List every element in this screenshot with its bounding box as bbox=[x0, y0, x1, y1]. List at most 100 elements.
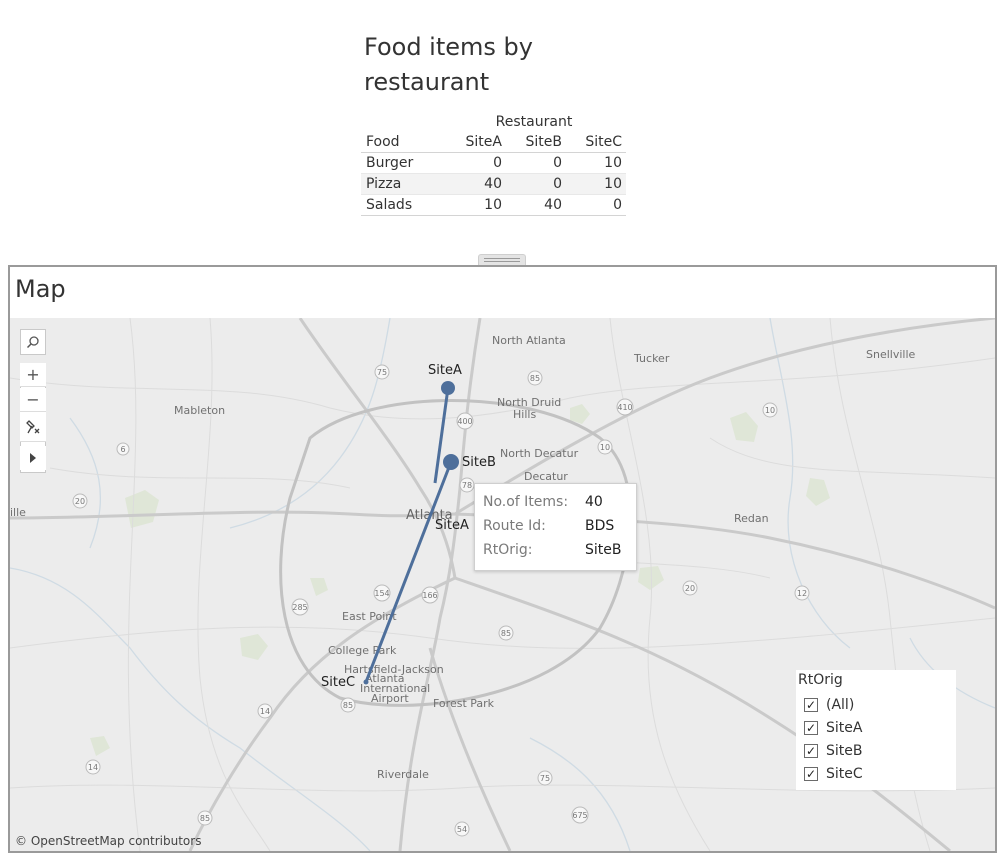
plus-icon: + bbox=[26, 365, 40, 384]
filter-option-label: SiteA bbox=[826, 720, 863, 736]
place-label: Riverdale bbox=[377, 768, 429, 781]
reset-map-button[interactable] bbox=[20, 412, 46, 442]
food-crosstab: Restaurant Food SiteA SiteB SiteC Burger… bbox=[361, 112, 626, 216]
column-header-sitea[interactable]: SiteA bbox=[442, 132, 506, 153]
svg-text:400: 400 bbox=[457, 417, 472, 426]
map-canvas[interactable]: 75 85 400 410 10 6 20 285 78 154 166 20 … bbox=[10, 318, 995, 851]
svg-text:675: 675 bbox=[572, 811, 587, 820]
table-cell[interactable]: 0 bbox=[506, 173, 566, 195]
minus-icon: − bbox=[26, 390, 40, 409]
tooltip-row-route: Route Id: BDS bbox=[483, 518, 614, 534]
filter-option-sitea[interactable]: ✓ SiteA bbox=[804, 718, 862, 738]
table-cell[interactable]: 40 bbox=[506, 195, 566, 216]
tooltip-key: No.of Items: bbox=[483, 494, 569, 510]
svg-text:78: 78 bbox=[462, 481, 472, 490]
site-label-sitec: SiteC bbox=[321, 675, 355, 690]
place-label: Hills bbox=[513, 408, 536, 421]
svg-text:285: 285 bbox=[292, 603, 307, 612]
site-marker-siteb[interactable] bbox=[443, 454, 459, 470]
expand-toolbar-button[interactable] bbox=[20, 446, 46, 470]
svg-text:14: 14 bbox=[88, 763, 98, 772]
place-label: College Park bbox=[328, 644, 397, 657]
checkbox-checked-icon[interactable]: ✓ bbox=[804, 698, 818, 712]
table-cell[interactable]: 10 bbox=[566, 153, 626, 174]
svg-text:85: 85 bbox=[530, 374, 540, 383]
row-label[interactable]: Burger bbox=[361, 153, 442, 174]
table-sheet-title: Food items by restaurant bbox=[364, 33, 533, 96]
table-cell[interactable]: 0 bbox=[506, 153, 566, 174]
table-cell[interactable]: 40 bbox=[442, 173, 506, 195]
place-label: ille bbox=[10, 506, 26, 519]
filter-option-siteb[interactable]: ✓ SiteB bbox=[804, 741, 862, 761]
svg-text:85: 85 bbox=[501, 629, 511, 638]
column-group-header: Restaurant bbox=[495, 114, 573, 130]
svg-text:75: 75 bbox=[377, 368, 387, 377]
svg-text:10: 10 bbox=[765, 406, 775, 415]
column-header-siteb[interactable]: SiteB bbox=[506, 132, 566, 153]
svg-text:20: 20 bbox=[75, 497, 85, 506]
place-label: Airport bbox=[371, 692, 409, 705]
site-marker-sitec[interactable] bbox=[363, 679, 369, 685]
row-label[interactable]: Pizza bbox=[361, 173, 442, 195]
place-label: Mableton bbox=[174, 404, 225, 417]
search-icon bbox=[26, 336, 39, 349]
tooltip-value: BDS bbox=[585, 518, 615, 534]
filter-option-all[interactable]: ✓ (All) bbox=[804, 695, 854, 715]
zoom-in-button[interactable]: + bbox=[20, 363, 46, 387]
unpin-map-icon bbox=[26, 419, 40, 433]
svg-text:166: 166 bbox=[422, 591, 437, 600]
site-label-sitea-mid: SiteA bbox=[435, 518, 469, 533]
map-sheet: Map 75 85 400 410 10 6 20 285 78 154 166… bbox=[8, 265, 997, 853]
place-label: Forest Park bbox=[433, 697, 495, 710]
svg-text:154: 154 bbox=[374, 589, 389, 598]
tooltip-value: 40 bbox=[585, 494, 603, 510]
checkbox-checked-icon[interactable]: ✓ bbox=[804, 767, 818, 781]
map-sheet-title: Map bbox=[15, 275, 66, 303]
tooltip-value: SiteB bbox=[585, 542, 622, 558]
row-label[interactable]: Salads bbox=[361, 195, 442, 216]
filter-option-sitec[interactable]: ✓ SiteC bbox=[804, 764, 863, 784]
table-row: Burger 0 0 10 bbox=[361, 153, 626, 174]
checkbox-checked-icon[interactable]: ✓ bbox=[804, 744, 818, 758]
place-label: Decatur bbox=[524, 470, 568, 483]
tooltip-row-items: No.of Items: 40 bbox=[483, 494, 603, 510]
checkbox-checked-icon[interactable]: ✓ bbox=[804, 721, 818, 735]
svg-text:20: 20 bbox=[685, 584, 695, 593]
filter-option-label: SiteC bbox=[826, 766, 863, 782]
table-cell[interactable]: 0 bbox=[566, 195, 626, 216]
play-right-icon bbox=[30, 453, 36, 463]
table-cell[interactable]: 10 bbox=[442, 195, 506, 216]
map-attribution[interactable]: © OpenStreetMap contributors bbox=[15, 834, 201, 848]
search-map-button[interactable] bbox=[20, 329, 46, 355]
tooltip-key: Route Id: bbox=[483, 518, 546, 534]
place-label: Snellville bbox=[866, 348, 916, 361]
svg-text:12: 12 bbox=[797, 589, 807, 598]
site-marker-sitea[interactable] bbox=[441, 381, 455, 395]
place-label: Redan bbox=[734, 512, 769, 525]
route-lines[interactable] bbox=[364, 387, 453, 683]
svg-text:85: 85 bbox=[200, 814, 210, 823]
zoom-out-button[interactable]: − bbox=[20, 388, 46, 412]
table-cell[interactable]: 10 bbox=[566, 173, 626, 195]
svg-text:75: 75 bbox=[540, 774, 550, 783]
tooltip-key: RtOrig: bbox=[483, 542, 533, 558]
map-zoom-controls: + − bbox=[20, 363, 46, 473]
svg-text:54: 54 bbox=[457, 825, 467, 834]
site-label-sitea: SiteA bbox=[428, 363, 462, 378]
place-label: North Atlanta bbox=[492, 334, 566, 347]
rtorig-filter-card: RtOrig ✓ (All) ✓ SiteA ✓ SiteB ✓ SiteC bbox=[796, 670, 956, 790]
filter-title: RtOrig bbox=[798, 672, 843, 688]
tooltip-row-origin: RtOrig: SiteB bbox=[483, 542, 621, 558]
place-label: Tucker bbox=[633, 352, 670, 365]
svg-text:14: 14 bbox=[260, 707, 270, 716]
table-row: Pizza 40 0 10 bbox=[361, 173, 626, 195]
column-header-sitec[interactable]: SiteC bbox=[566, 132, 626, 153]
route-line-siteb-sitec[interactable] bbox=[364, 461, 453, 683]
place-label: North Decatur bbox=[500, 447, 579, 460]
table-cell[interactable]: 0 bbox=[442, 153, 506, 174]
svg-text:6: 6 bbox=[120, 445, 125, 454]
filter-option-label: (All) bbox=[826, 697, 855, 713]
site-label-siteb: SiteB bbox=[462, 455, 496, 470]
mark-tooltip: No.of Items: 40 Route Id: BDS RtOrig: SiteB bbox=[474, 483, 637, 571]
svg-text:10: 10 bbox=[600, 443, 610, 452]
